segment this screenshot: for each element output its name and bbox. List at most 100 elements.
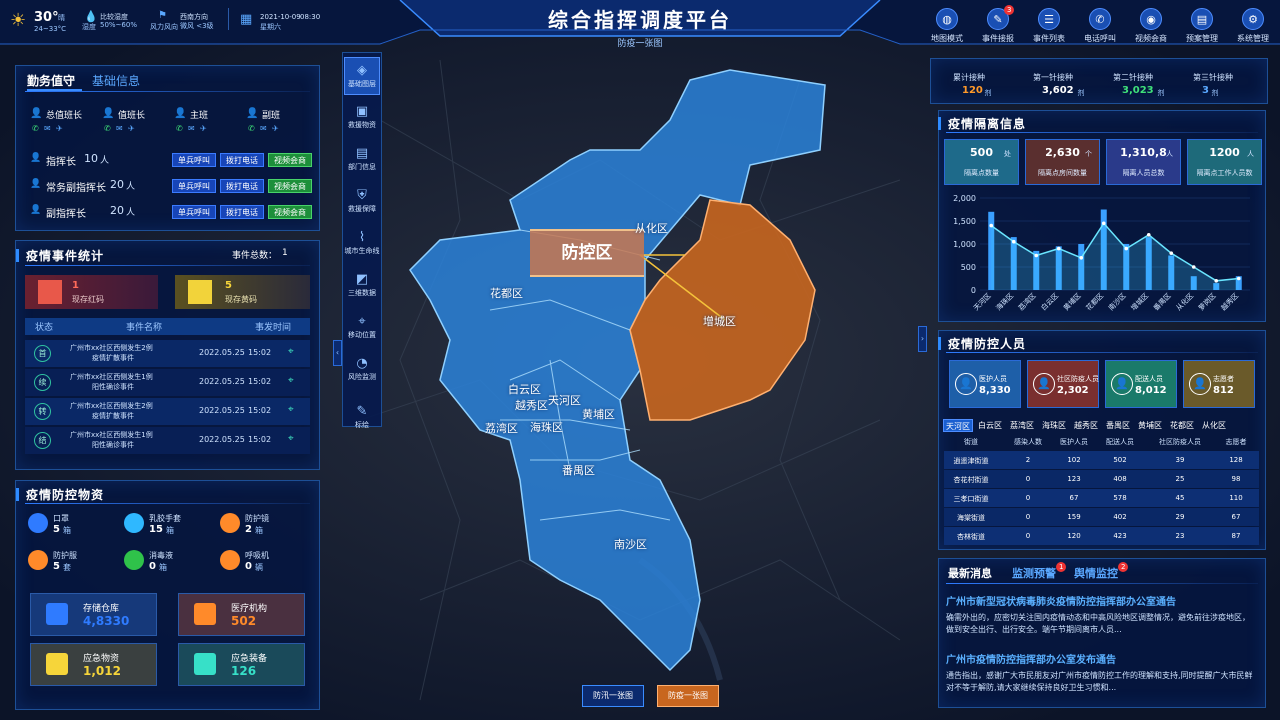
person-icon: 👤 xyxy=(246,108,259,119)
sidebar-item-label: 三维数据 xyxy=(348,289,376,297)
point xyxy=(1056,246,1061,251)
location-pin-icon[interactable]: ⌖ xyxy=(288,433,294,444)
event-date: 2022.05.25 xyxy=(199,348,245,357)
box-icon: ▣ xyxy=(355,104,369,119)
nav-list-button[interactable]: ☰ 事件列表 xyxy=(1029,8,1069,44)
single-call-button[interactable]: 单兵呼叫 xyxy=(172,179,216,193)
sidebar-item-monitor[interactable]: ◔ 风险监测 xyxy=(344,351,380,389)
supply-card-name: 应急装备 xyxy=(231,654,268,664)
tab-district[interactable]: 从化区 xyxy=(1199,419,1229,432)
nav-plan-button[interactable]: ▤ 预案管理 xyxy=(1182,8,1222,44)
district-label[interactable]: 从化区 xyxy=(635,220,668,236)
vaccination-unit: 剂 xyxy=(1077,89,1085,97)
x-tick-label: 南沙区 xyxy=(1106,291,1127,312)
sidebar-item-draw[interactable]: ✎ 标绘 xyxy=(344,399,380,437)
video-meeting-button[interactable]: 视频会商 xyxy=(268,153,312,167)
tab-district[interactable]: 番禺区 xyxy=(1103,419,1133,432)
district-label[interactable]: 荔湾区 xyxy=(485,420,518,436)
message-icon[interactable]: ✉ xyxy=(260,124,267,133)
tab-duty[interactable]: 勤务值守 xyxy=(27,72,75,89)
tab-district[interactable]: 白云区 xyxy=(975,419,1005,432)
district-label[interactable]: 海珠区 xyxy=(530,419,563,435)
y-tick-label: 2,000 xyxy=(953,194,976,203)
walkie-icon[interactable]: ✈ xyxy=(200,124,207,133)
phone-icon[interactable]: ✆ xyxy=(104,124,111,133)
district-label[interactable]: 白云区 xyxy=(508,381,541,397)
sidebar-item-shield[interactable]: ⛨ 救援保障 xyxy=(344,183,380,221)
duty-row-label: 常务副指挥长 xyxy=(46,183,106,194)
tab-district[interactable]: 海珠区 xyxy=(1039,419,1069,432)
y-tick-label: 500 xyxy=(961,263,976,272)
walkie-icon[interactable]: ✈ xyxy=(56,124,63,133)
message-icon[interactable]: ✉ xyxy=(116,124,123,133)
sidebar-item-dept[interactable]: ▤ 部门信息 xyxy=(344,141,380,179)
video-meeting-button[interactable]: 视频会商 xyxy=(268,205,312,219)
district-label[interactable]: 番禺区 xyxy=(562,462,595,478)
location-pin-icon[interactable]: ⌖ xyxy=(288,375,294,386)
phone-icon[interactable]: ✆ xyxy=(248,124,255,133)
nav-video-button[interactable]: ◉ 视频会商 xyxy=(1131,8,1171,44)
dial-button[interactable]: 拨打电话 xyxy=(220,179,264,193)
video-meeting-button[interactable]: 视频会商 xyxy=(268,179,312,193)
tab-flood-map[interactable]: 防汛一张图 xyxy=(582,685,644,707)
walkie-icon[interactable]: ✈ xyxy=(128,124,135,133)
phone-icon[interactable]: ✆ xyxy=(176,124,183,133)
sidebar-item-lifeline[interactable]: ⌇ 城市生命线 xyxy=(344,225,380,263)
district-map[interactable] xyxy=(400,0,830,690)
single-call-button[interactable]: 单兵呼叫 xyxy=(172,153,216,167)
district-label[interactable]: 南沙区 xyxy=(614,536,647,552)
message-icon[interactable]: ✉ xyxy=(188,124,195,133)
page-title: 综合指挥调度平台 xyxy=(548,8,732,32)
table-cell: 39 xyxy=(1175,456,1185,464)
district-label[interactable]: 增城区 xyxy=(703,313,736,329)
sidebar-item-box[interactable]: ▣ 救援物资 xyxy=(344,99,380,137)
nav-globe-button[interactable]: ◍ 地图模式 xyxy=(927,8,967,44)
divider xyxy=(25,503,310,504)
location-pin-icon[interactable]: ⌖ xyxy=(288,346,294,357)
district-label[interactable]: 天河区 xyxy=(548,392,581,408)
sidebar-item-cube[interactable]: ◩ 三维数据 xyxy=(344,267,380,305)
tab-district[interactable]: 越秀区 xyxy=(1071,419,1101,432)
tab-district[interactable]: 荔湾区 xyxy=(1007,419,1037,432)
nav-system-button[interactable]: ⚙ 系统管理 xyxy=(1233,8,1273,44)
collapse-right-button[interactable]: › xyxy=(918,326,927,352)
sidebar-item-layers[interactable]: ◈ 基础图层 xyxy=(344,57,380,95)
tab-district[interactable]: 黄埔区 xyxy=(1135,419,1165,432)
location-pin-icon[interactable]: ⌖ xyxy=(288,404,294,415)
nav-phone-button[interactable]: ✆ 电话呼叫 xyxy=(1080,8,1120,44)
single-call-button[interactable]: 单兵呼叫 xyxy=(172,205,216,219)
vaccination-value: 3 xyxy=(1202,85,1209,96)
table-cell: 102 xyxy=(1067,456,1081,464)
point xyxy=(1214,279,1219,283)
table-header: 街道 xyxy=(964,438,978,446)
tab-district[interactable]: 天河区 xyxy=(943,419,973,432)
message-icon[interactable]: ✉ xyxy=(44,124,51,133)
vaccination-unit: 剂 xyxy=(1157,89,1165,97)
quarantine-unit: 处 xyxy=(1004,150,1011,158)
phone-icon[interactable]: ✆ xyxy=(32,124,39,133)
tab-epidemic-map[interactable]: 防疫一张图 xyxy=(657,685,719,707)
sidebar-item-label: 城市生命线 xyxy=(344,247,380,255)
district-label[interactable]: 黄埔区 xyxy=(582,406,615,422)
map-callout[interactable]: 防控区 xyxy=(530,229,644,277)
tab-news[interactable]: 监测预警 xyxy=(1012,565,1056,581)
district-label[interactable]: 花都区 xyxy=(490,285,523,301)
sidebar-item-label: 移动位置 xyxy=(348,331,376,339)
district-label[interactable]: 越秀区 xyxy=(515,397,548,413)
sidebar-item-location[interactable]: ⌖ 移动位置 xyxy=(344,309,380,347)
tab-district[interactable]: 花都区 xyxy=(1167,419,1197,432)
collapse-left-button[interactable]: ‹ xyxy=(333,340,342,366)
tab-news[interactable]: 最新消息 xyxy=(948,565,992,581)
news-title[interactable]: 广州市疫情防控指挥部办公室发布通告 xyxy=(946,651,1116,666)
person-icon: 👤 xyxy=(30,153,42,163)
dial-button[interactable]: 拨打电话 xyxy=(220,205,264,219)
dial-button[interactable]: 拨打电话 xyxy=(220,153,264,167)
point xyxy=(1146,233,1151,237)
table-cell: 0 xyxy=(1025,475,1031,483)
duty-row-unit: 人 xyxy=(126,208,136,218)
walkie-icon[interactable]: ✈ xyxy=(272,124,279,133)
tab-basic-info[interactable]: 基础信息 xyxy=(92,72,140,89)
news-title[interactable]: 广州市新型冠状病毒肺炎疫情防控指挥部办公室通告 xyxy=(946,593,1176,608)
supply-value: 15 xyxy=(149,524,163,535)
tab-news[interactable]: 舆情监控 xyxy=(1074,565,1118,581)
